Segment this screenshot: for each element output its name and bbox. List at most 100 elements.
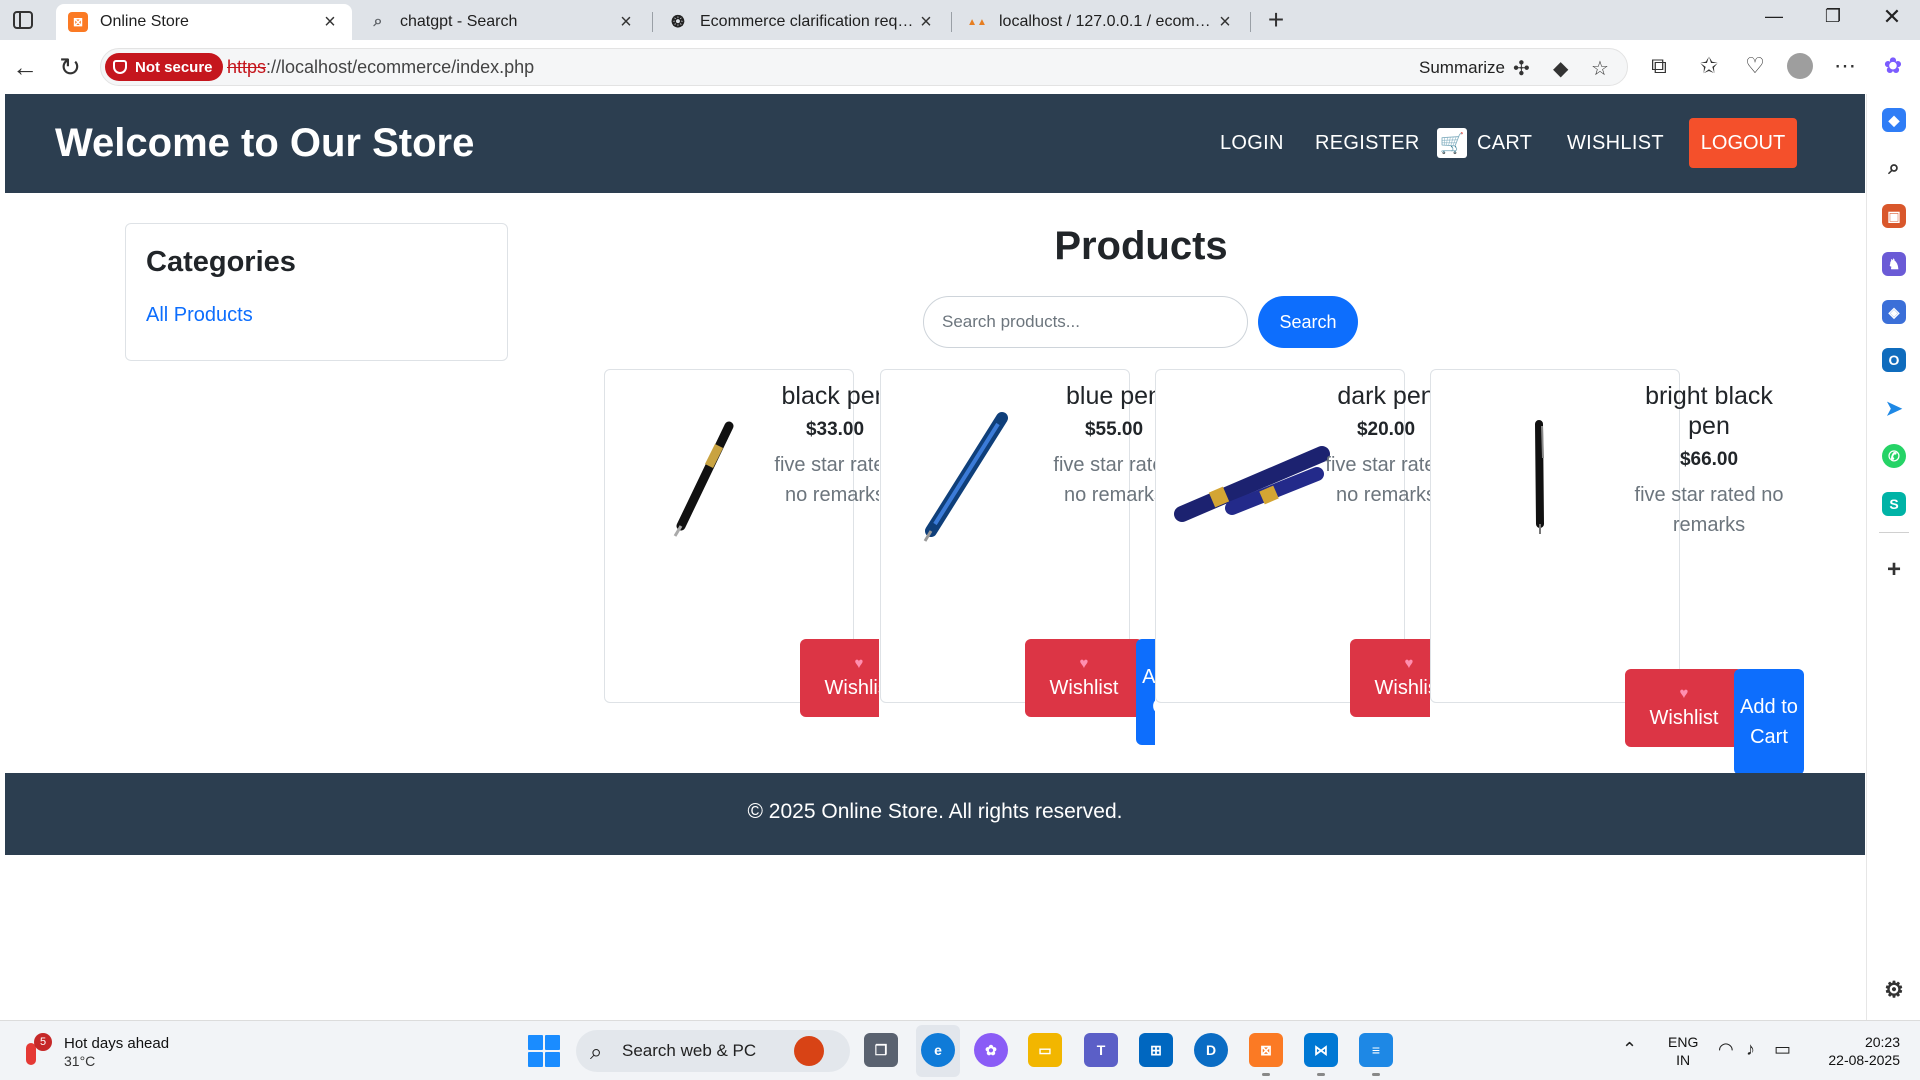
close-icon[interactable]: × — [916, 11, 936, 34]
clock-time: 20:23 — [1864, 1034, 1900, 1050]
product-description: five star rated no remarks — [1634, 484, 1784, 536]
close-icon[interactable]: × — [320, 11, 340, 34]
whatsapp-icon[interactable]: ✆ — [1882, 444, 1906, 468]
language-indicator[interactable]: ENG IN — [1668, 1033, 1698, 1069]
wishlist-button[interactable]: ♥ Wishlist — [1625, 669, 1743, 747]
category-link-all-products[interactable]: All Products — [146, 304, 253, 327]
product-description: five star rated no remarks — [1325, 454, 1430, 506]
telegram-icon[interactable]: ➤ — [1882, 396, 1906, 420]
tab-title: chatgpt - Search — [400, 13, 518, 30]
browser-essentials-icon[interactable]: ♡ — [1740, 53, 1770, 79]
favorites-icon[interactable]: ✩ — [1694, 53, 1724, 79]
tab-phpmyadmin[interactable]: ▲▲ localhost / 127.0.0.1 / ecommerce × — [955, 4, 1247, 40]
teams-icon[interactable]: T — [1084, 1033, 1118, 1067]
notepad-icon[interactable]: ≡ — [1359, 1033, 1393, 1076]
chatgpt-icon: ❂ — [671, 14, 685, 31]
taskbar-search-box[interactable]: ⌕ Search web & PC — [576, 1030, 850, 1072]
tab-chatgpt-search[interactable]: ⌕ chatgpt - Search × — [356, 4, 648, 40]
microsoft-365-icon[interactable]: ◈ — [1882, 300, 1906, 324]
browser-sidebar: ◆ ⌕ ▣ ♞ ◈ O ➤ ✆ S + ⚙ — [1866, 94, 1920, 1020]
minimize-icon[interactable]: — — [1754, 6, 1794, 27]
search-highlight-icon — [794, 1036, 824, 1066]
copilot-summarize-icon[interactable]: ✣ — [1513, 56, 1530, 81]
file-explorer-icon[interactable]: ▭ — [1028, 1033, 1062, 1067]
favorite-star-icon[interactable]: ☆ — [1591, 56, 1609, 81]
language-code: ENG — [1668, 1034, 1699, 1050]
settings-gear-icon[interactable]: ⚙ — [1882, 977, 1906, 1002]
not-secure-badge[interactable]: Not secure — [105, 53, 223, 81]
wishlist-button[interactable]: ♥ Wishlist — [1025, 639, 1143, 717]
profile-avatar[interactable] — [1787, 53, 1813, 79]
tab-divider — [1250, 12, 1251, 32]
weather-temp: 31°C — [64, 1053, 96, 1069]
url-text[interactable]: https://localhost/ecommerce/index.php — [227, 57, 534, 78]
heart-icon: ♥ — [854, 655, 864, 672]
copilot-icon[interactable]: ✿ — [1878, 53, 1908, 79]
categories-panel: Categories All Products — [125, 223, 508, 361]
copilot-app-icon[interactable]: ✿ — [974, 1033, 1008, 1067]
url-path: ://localhost/ecommerce/index.php — [266, 57, 535, 77]
wifi-icon[interactable]: ◠ — [1718, 1039, 1734, 1060]
search-icon: ⌕ — [373, 13, 383, 30]
task-view-icon[interactable]: ❐ — [864, 1033, 898, 1067]
cart-icon[interactable]: 🛒 — [1437, 128, 1467, 158]
edge-browser-icon[interactable]: e — [921, 1033, 955, 1067]
system-clock[interactable]: 20:23 22-08-2025 — [1812, 1033, 1900, 1069]
tab-online-store[interactable]: ⊠ Online Store × — [56, 4, 352, 40]
vscode-icon[interactable]: ⋈ — [1304, 1033, 1338, 1076]
wishlist-label: Wishlist — [824, 677, 879, 699]
wishlist-button[interactable]: ♥ Wishlist — [1350, 639, 1430, 717]
dell-icon[interactable]: D — [1194, 1033, 1228, 1067]
weather-badge: 5 — [34, 1033, 52, 1051]
add-to-cart-button[interactable]: Add to Cart — [1734, 669, 1804, 775]
refresh-icon[interactable]: ↻ — [55, 53, 85, 81]
close-icon[interactable]: × — [616, 11, 636, 34]
outlook-icon[interactable]: O — [1882, 348, 1906, 372]
weather-widget[interactable]: 5 Hot days ahead 31°C — [24, 1033, 214, 1071]
footer-copyright: © 2025 Online Store. All rights reserved… — [747, 800, 1123, 823]
new-tab-button[interactable]: + — [1260, 4, 1292, 36]
summarize-button[interactable]: Summarize — [1419, 58, 1505, 78]
more-options-icon[interactable]: ⋯ — [1830, 53, 1860, 79]
tray-overflow-chevron-icon[interactable]: ⌃ — [1622, 1039, 1637, 1060]
nav-wishlist-link[interactable]: WISHLIST — [1567, 132, 1664, 155]
app-s-icon[interactable]: S — [1882, 492, 1906, 516]
extensions-icon[interactable]: ⧉ — [1644, 53, 1674, 79]
url-scheme: https — [227, 57, 267, 77]
product-search-input[interactable] — [923, 296, 1248, 348]
product-name: dark pen — [1337, 382, 1430, 410]
nav-login-link[interactable]: LOGIN — [1220, 132, 1284, 155]
search-button[interactable]: Search — [1258, 296, 1358, 348]
windows-start-icon[interactable] — [528, 1035, 560, 1067]
product-name: bright black pen — [1645, 382, 1773, 440]
region-code: IN — [1676, 1052, 1691, 1068]
wishlist-button[interactable]: ♥ Wishlist — [800, 639, 879, 717]
tab-ecommerce-clarification[interactable]: ❂ Ecommerce clarification request × — [656, 4, 948, 40]
site-title: Welcome to Our Store — [55, 121, 475, 165]
volume-icon[interactable]: ♪ — [1746, 1039, 1755, 1060]
logout-button[interactable]: LOGOUT — [1689, 118, 1797, 168]
tab-actions-icon[interactable] — [12, 10, 36, 30]
close-icon[interactable]: × — [1215, 11, 1235, 34]
xampp-app-icon[interactable]: ⊠ — [1249, 1033, 1283, 1076]
omnibox[interactable]: Not secure https://localhost/ecommerce/i… — [100, 48, 1628, 86]
back-arrow-icon[interactable]: ← — [10, 53, 40, 81]
product-content-black-pen: black pen $33.00 five star rated no rema… — [605, 370, 879, 770]
shopping-tag-icon[interactable]: ◆ — [1882, 108, 1906, 132]
add-to-cart-button[interactable]: Add to Cart — [1136, 639, 1155, 745]
tools-briefcase-icon[interactable]: ▣ — [1882, 204, 1906, 228]
restore-icon[interactable]: ❐ — [1813, 6, 1853, 27]
microsoft-store-icon[interactable]: ⊞ — [1139, 1033, 1173, 1067]
battery-icon[interactable]: ▭ — [1774, 1039, 1791, 1060]
add-icon[interactable]: + — [1882, 556, 1906, 583]
nav-cart-link[interactable]: CART — [1477, 132, 1532, 155]
games-icon[interactable]: ♞ — [1882, 252, 1906, 276]
browser-tab-bar: ⊠ Online Store × ⌕ chatgpt - Search × ❂ … — [0, 0, 1920, 40]
tab-title: Ecommerce clarification request — [700, 13, 916, 30]
window-close-icon[interactable]: ✕ — [1872, 4, 1912, 30]
coupon-tag-icon[interactable]: ◆ — [1553, 56, 1568, 81]
search-icon[interactable]: ⌕ — [1882, 156, 1906, 180]
site-footer: © 2025 Online Store. All rights reserved… — [5, 773, 1865, 855]
nav-register-link[interactable]: REGISTER — [1315, 132, 1420, 155]
products-heading: Products — [1054, 224, 1228, 268]
